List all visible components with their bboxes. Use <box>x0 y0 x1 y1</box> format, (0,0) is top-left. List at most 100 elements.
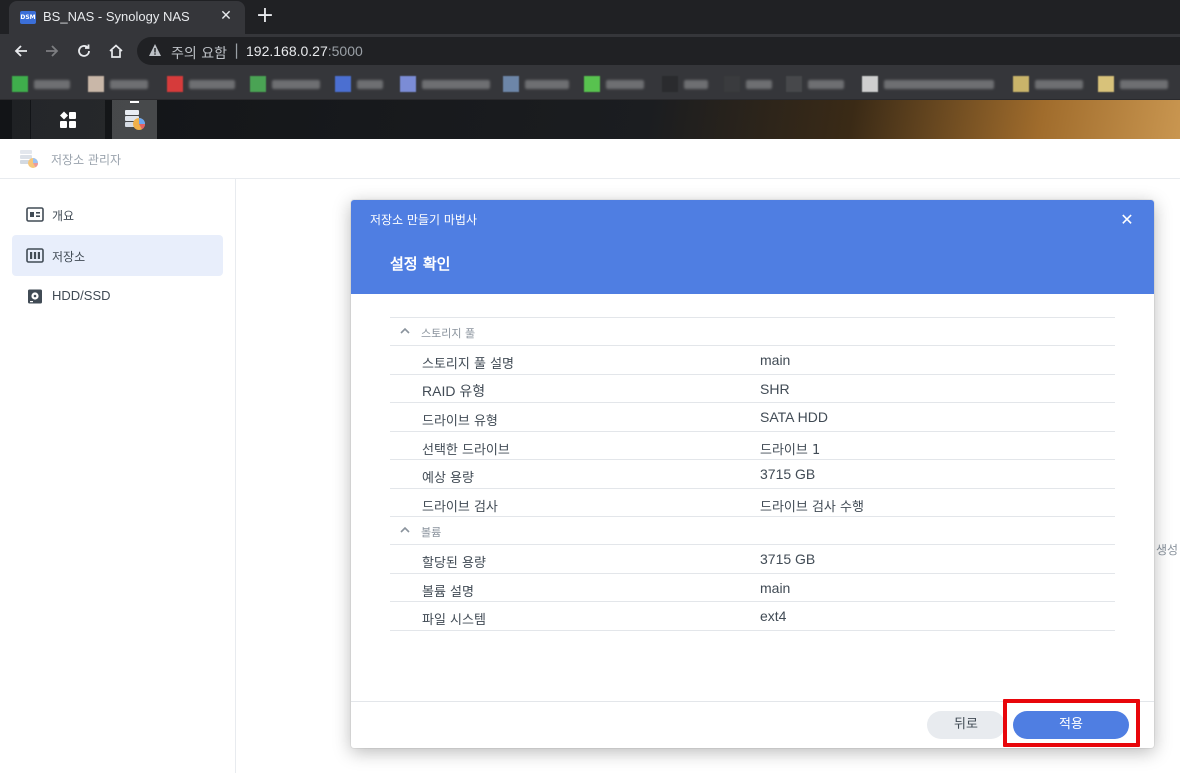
bookmark-item[interactable] <box>88 76 150 92</box>
browser-toolbar: 주의 요함 | 192.168.0.27:5000 <box>0 34 1180 68</box>
dialog-header: 저장소 만들기 마법사 ✕ 설정 확인 <box>351 200 1154 294</box>
table-row: 드라이브 검사 드라이브 검사 수행 <box>390 489 1115 517</box>
dsm-taskbar <box>0 100 1180 139</box>
bookmark-label <box>110 80 148 89</box>
row-value: 3715 GB <box>760 466 816 482</box>
main-menu-button[interactable] <box>31 100 105 139</box>
create-storage-wizard-dialog: 저장소 만들기 마법사 ✕ 설정 확인 스토리지 풀 스토리지 풀 설명 mai… <box>351 200 1154 748</box>
bookmark-favicon-icon <box>335 76 351 92</box>
reload-button[interactable] <box>72 39 96 63</box>
bookmark-item[interactable] <box>335 76 385 92</box>
hdd-icon <box>28 289 42 304</box>
bookmark-favicon-icon <box>12 76 28 92</box>
bookmark-label <box>422 80 490 89</box>
bookmark-favicon-icon <box>250 76 266 92</box>
storage-manager-taskbar-button[interactable] <box>112 100 157 139</box>
bookmark-item[interactable] <box>1098 76 1170 92</box>
row-value: 3715 GB <box>760 551 816 567</box>
bookmark-label <box>808 80 844 89</box>
bookmark-item[interactable] <box>862 76 996 92</box>
row-value: main <box>760 579 791 596</box>
bookmark-label <box>884 80 994 89</box>
row-label: 예상 용량 <box>422 471 474 486</box>
row-label: 파일 시스템 <box>422 613 486 628</box>
tab-close-icon[interactable]: ✕ <box>217 7 235 25</box>
row-label: 볼륨 설명 <box>422 584 474 600</box>
bookmark-item[interactable] <box>12 76 72 92</box>
row-value: SATA HDD <box>760 409 828 425</box>
section-header-storage-pool[interactable]: 스토리지 풀 <box>390 318 1115 346</box>
section-header-volume[interactable]: 볼륨 <box>390 517 1115 545</box>
bookmark-item[interactable] <box>786 76 846 92</box>
home-button[interactable] <box>104 39 128 63</box>
bookmark-label <box>1120 80 1168 89</box>
forward-nav-button[interactable] <box>40 39 64 63</box>
bookmark-favicon-icon <box>503 76 519 92</box>
table-row: 예상 용량 3715 GB <box>390 460 1115 489</box>
step-title: 설정 확인 <box>390 255 451 273</box>
row-value: 드라이브 1 <box>760 442 821 458</box>
address-bar[interactable]: 주의 요함 | 192.168.0.27:5000 <box>137 37 1180 65</box>
close-icon: ✕ <box>1120 210 1134 229</box>
table-row: RAID 유형 SHR <box>390 375 1115 403</box>
background-create-text: 생성 <box>1156 543 1179 557</box>
bookmark-favicon-icon <box>1098 76 1114 92</box>
row-value: main <box>760 352 791 368</box>
bookmark-label <box>1035 80 1083 89</box>
back-nav-button[interactable] <box>9 39 33 63</box>
wizard-title: 저장소 만들기 마법사 <box>370 213 477 227</box>
bookmark-favicon-icon <box>88 76 104 92</box>
browser-tab-bar: DSM BS_NAS - Synology NAS ✕ + <box>0 0 1180 34</box>
arrow-left-icon <box>14 45 27 57</box>
sidebar-item-storage[interactable]: 저장소 <box>12 235 223 276</box>
bookmark-item[interactable] <box>503 76 571 92</box>
row-label: 드라이브 유형 <box>422 414 498 429</box>
row-value: 드라이브 검사 수행 <box>760 499 864 515</box>
bookmark-favicon-icon <box>584 76 600 92</box>
security-warning-label[interactable]: 주의 요함 <box>171 43 227 63</box>
row-value: ext4 <box>760 608 787 624</box>
sidebar-item-hdd-ssd[interactable]: HDD/SSD <box>12 276 223 317</box>
app-header: 저장소 관리자 <box>0 139 1180 179</box>
back-button[interactable]: 뒤로 <box>927 711 1005 739</box>
row-label: RAID 유형 <box>422 382 486 399</box>
settings-summary-table: 스토리지 풀 스토리지 풀 설명 main RAID 유형 SHR 드라이브 유… <box>390 317 1115 631</box>
storage-manager-icon <box>20 150 38 168</box>
bookmark-label <box>34 80 70 89</box>
apply-button[interactable]: 적용 <box>1013 711 1129 739</box>
warning-icon <box>149 44 161 56</box>
table-row: 볼륨 설명 main <box>390 574 1115 602</box>
bookmark-item[interactable] <box>1013 76 1085 92</box>
url-port: :5000 <box>327 43 363 59</box>
sidebar-item-overview[interactable]: 개요 <box>12 194 223 235</box>
row-label: 선택한 드라이브 <box>422 442 510 458</box>
app-title: 저장소 관리자 <box>51 153 122 167</box>
row-value: SHR <box>760 380 790 397</box>
table-row: 드라이브 유형 SATA HDD <box>390 403 1115 432</box>
table-row: 스토리지 풀 설명 main <box>390 346 1115 375</box>
storage-manager-icon <box>125 110 145 130</box>
bookmark-favicon-icon <box>724 76 740 92</box>
tab-title: BS_NAS - Synology NAS <box>43 9 190 24</box>
browser-tab[interactable]: DSM BS_NAS - Synology NAS ✕ <box>9 1 245 34</box>
bookmark-item[interactable] <box>662 76 708 92</box>
dialog-footer: 뒤로 적용 <box>351 701 1154 748</box>
close-dialog-button[interactable]: ✕ <box>1118 211 1136 229</box>
arrow-right-icon <box>46 45 59 57</box>
new-tab-button[interactable]: + <box>254 5 276 27</box>
bookmark-item[interactable] <box>250 76 322 92</box>
sidebar-item-label: HDD/SSD <box>52 288 111 303</box>
storage-icon <box>26 248 44 263</box>
bookmark-item[interactable] <box>584 76 646 92</box>
section-title: 볼륨 <box>421 526 442 539</box>
url-separator: | <box>234 41 240 59</box>
url-text[interactable]: 192.168.0.27:5000 <box>246 43 363 59</box>
bookmark-label <box>606 80 644 89</box>
dsm-favicon-icon: DSM <box>20 11 36 24</box>
chevron-up-icon <box>400 327 410 334</box>
bookmark-item[interactable] <box>400 76 492 92</box>
bookmark-item[interactable] <box>167 76 237 92</box>
bookmark-label <box>357 80 383 89</box>
bookmark-item[interactable] <box>724 76 772 92</box>
show-desktop-button[interactable] <box>12 100 30 139</box>
